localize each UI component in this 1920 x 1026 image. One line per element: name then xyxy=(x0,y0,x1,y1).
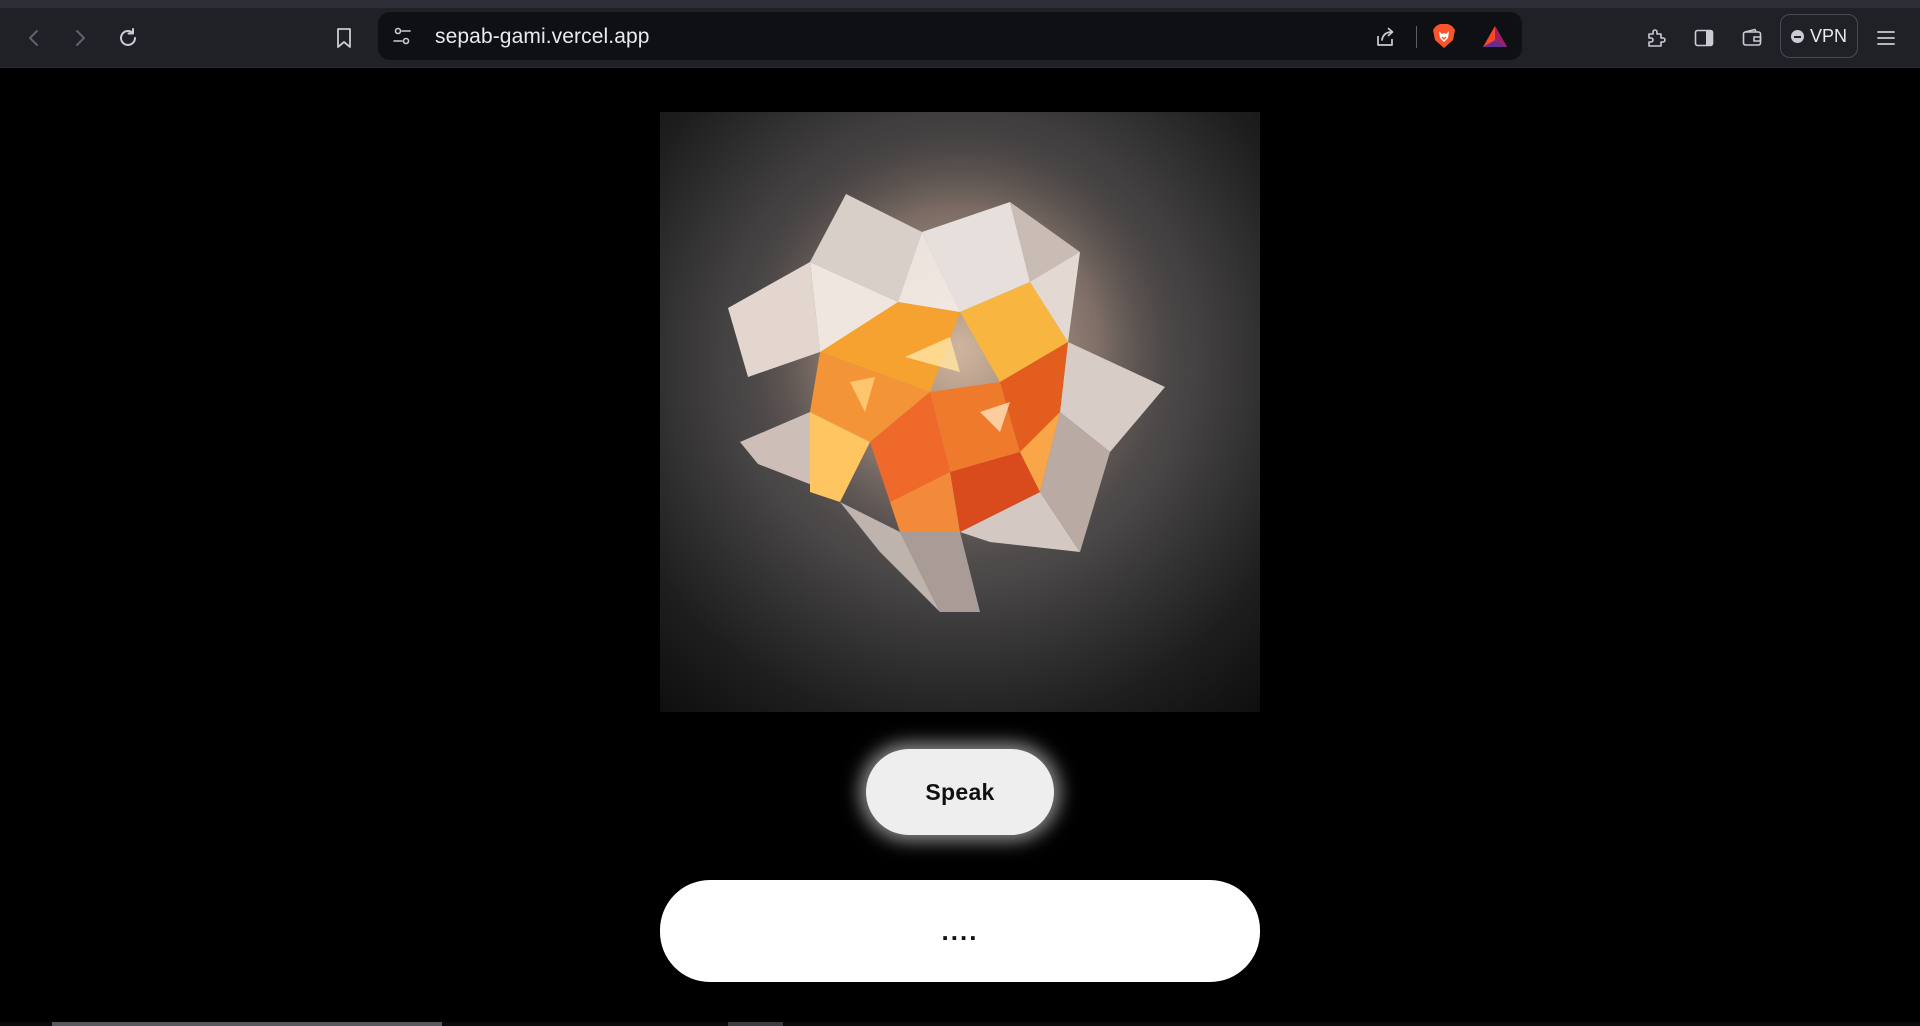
sidebar-toggle-button[interactable] xyxy=(1688,22,1720,54)
address-bar[interactable]: sepab-gami.vercel.app xyxy=(378,12,1522,60)
hamburger-menu-icon xyxy=(1875,27,1897,49)
vpn-status-icon xyxy=(1790,29,1804,43)
wallet-button[interactable] xyxy=(1736,22,1768,54)
back-button[interactable] xyxy=(18,22,50,54)
share-icon[interactable] xyxy=(1372,24,1398,50)
extensions-button[interactable] xyxy=(1640,22,1672,54)
forward-button[interactable] xyxy=(64,22,96,54)
browser-toolbar: sepab-gami.vercel.app VPN xyxy=(0,8,1920,68)
sidebar-icon xyxy=(1693,27,1715,49)
vpn-button[interactable]: VPN xyxy=(1780,14,1858,58)
speak-button[interactable]: Speak xyxy=(866,749,1054,835)
vpn-label: VPN xyxy=(1809,25,1847,46)
url-text[interactable]: sepab-gami.vercel.app xyxy=(435,25,650,49)
brave-lion-icon[interactable] xyxy=(1430,22,1458,50)
window-top-strip xyxy=(0,0,1920,8)
transcript-box: .... xyxy=(660,880,1260,982)
orange-crystal-image xyxy=(660,112,1260,712)
bookmark-icon xyxy=(334,27,354,49)
wallet-icon xyxy=(1741,27,1763,49)
main-menu-button[interactable] xyxy=(1870,22,1902,54)
puzzle-icon xyxy=(1645,27,1667,49)
arrow-right-icon xyxy=(70,28,90,48)
arrow-left-icon xyxy=(24,28,44,48)
reload-button[interactable] xyxy=(112,22,144,54)
scrollbar-thumb-secondary[interactable] xyxy=(728,1022,783,1026)
reload-icon xyxy=(117,27,139,49)
bat-triangle-icon[interactable] xyxy=(1481,23,1509,51)
address-bar-divider xyxy=(1416,26,1417,48)
scrollbar-thumb[interactable] xyxy=(52,1022,442,1026)
bookmark-button[interactable] xyxy=(328,22,360,54)
tune-icon[interactable] xyxy=(390,24,414,48)
transcript-text: .... xyxy=(941,915,979,946)
